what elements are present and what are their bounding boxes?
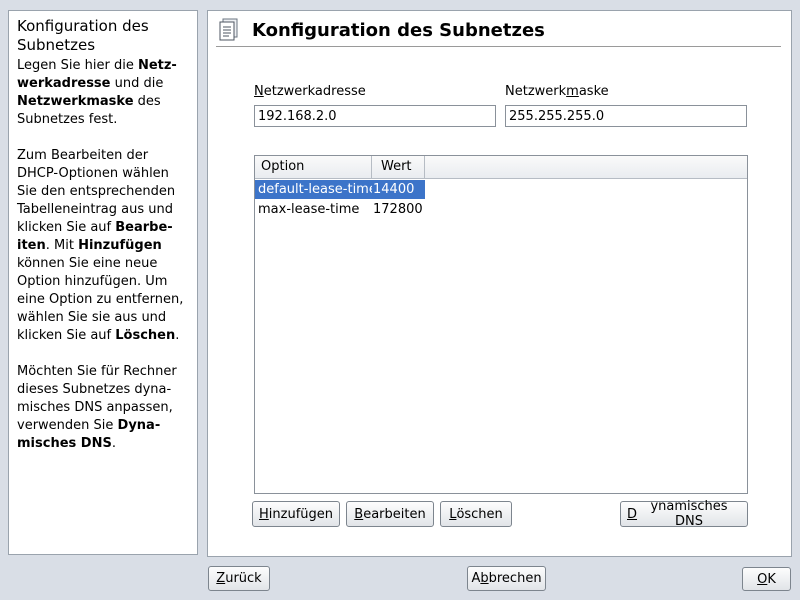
page-header: Konfiguration des Subnetzes xyxy=(218,16,545,44)
delete-button[interactable]: Löschen xyxy=(440,501,512,527)
page-title: Konfiguration des Subnetzes xyxy=(252,19,545,41)
option-cell: max-lease-time xyxy=(258,202,360,217)
table-row[interactable]: max-lease-time 172800 xyxy=(255,200,747,219)
cancel-button[interactable]: Ab brechen xyxy=(467,566,546,591)
dynamic-dns-button[interactable]: Dynamisches DNS xyxy=(620,499,748,529)
edit-button[interactable]: Bearbeiten xyxy=(346,501,434,527)
netmask-label: Netzwerkmaske xyxy=(505,84,609,99)
dhcp-options-table[interactable]: Option Wert default-lease-time 14400 max… xyxy=(254,155,748,494)
config-document-icon xyxy=(218,18,240,42)
help-paragraph-2: Zum Bearbeiten der DHCP-Optionen wählen … xyxy=(17,148,184,343)
main-panel: Konfiguration des Subnetzes Netzwerkadre… xyxy=(207,10,792,557)
table-header: Option Wert xyxy=(255,156,747,179)
help-panel: Konfiguration des Subnetzes Legen Sie hi… xyxy=(8,10,198,555)
value-cell: 172800 xyxy=(373,202,423,217)
network-address-label: Netzwerkadresse xyxy=(254,84,366,99)
help-paragraph-3: Möchten Sie für Rechner dieses Subnetzes… xyxy=(17,364,177,451)
add-button[interactable]: Hinzufügen xyxy=(252,501,340,527)
header-divider xyxy=(216,46,781,47)
netmask-input[interactable] xyxy=(505,105,747,127)
help-paragraph-1: Legen Sie hier die Netz-werkadresse und … xyxy=(17,58,177,127)
column-header-value[interactable]: Wert xyxy=(372,156,425,178)
network-address-input[interactable] xyxy=(254,105,496,127)
ok-button[interactable]: OK xyxy=(742,567,791,591)
back-button[interactable]: Zurück xyxy=(208,566,270,591)
value-cell: 14400 xyxy=(372,180,425,199)
column-header-option[interactable]: Option xyxy=(255,156,372,178)
option-cell: default-lease-time xyxy=(255,180,372,199)
help-title: Konfiguration des Subnetzes xyxy=(17,17,149,54)
table-row[interactable]: default-lease-time 14400 xyxy=(255,180,747,199)
